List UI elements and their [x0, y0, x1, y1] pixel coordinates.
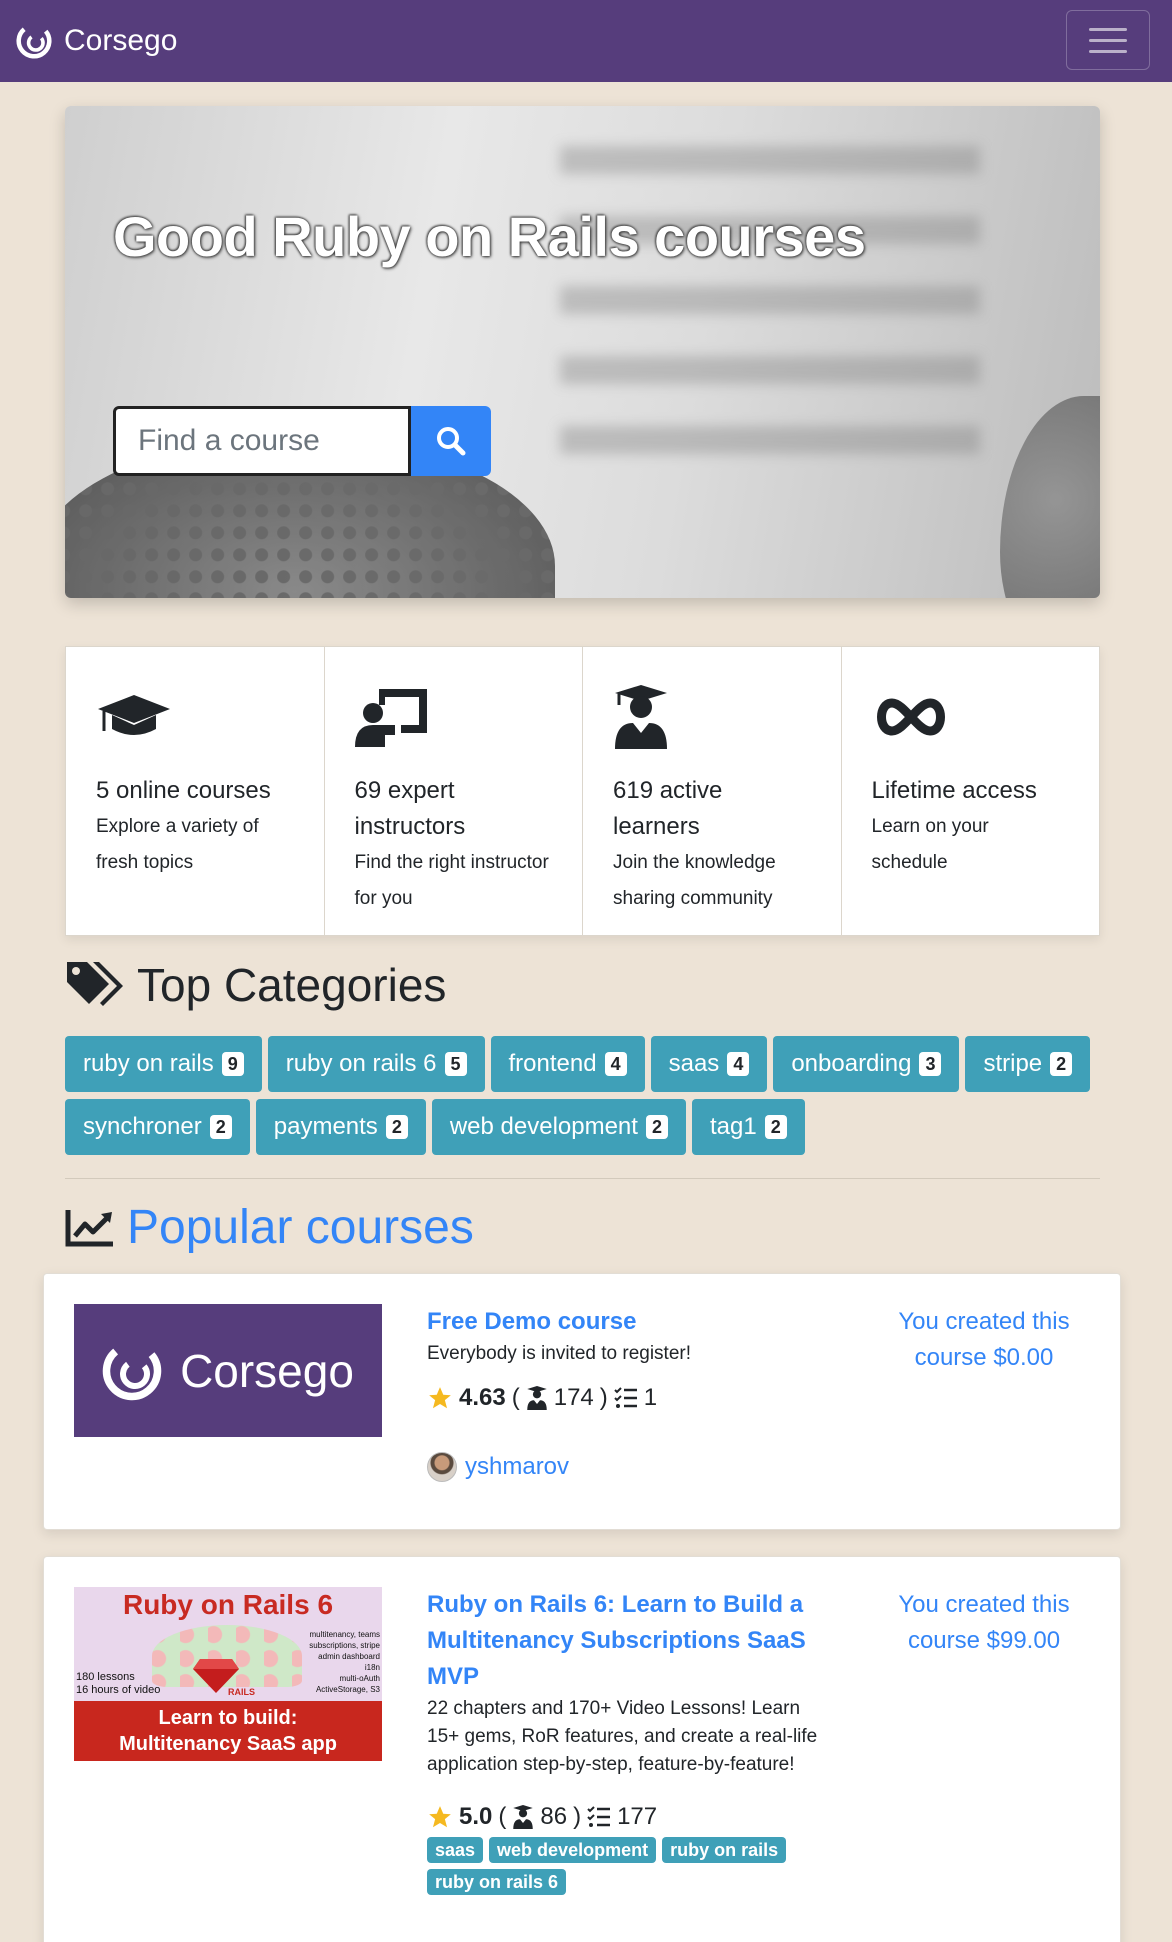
category-tag[interactable]: ruby on rails 9 — [65, 1036, 262, 1092]
course-description: Everybody is invited to register! — [427, 1343, 692, 1364]
students-count: 86 — [540, 1803, 568, 1830]
corsego-logo-icon — [16, 23, 52, 59]
students-count: 174 — [553, 1384, 594, 1411]
star-icon — [429, 1806, 451, 1828]
course-tag[interactable]: ruby on rails 6 — [427, 1869, 567, 1895]
category-tags: ruby on rails 9 ruby on rails 65 frontend… — [65, 1036, 1105, 1155]
category-tag[interactable]: payments 2 — [255, 1099, 426, 1155]
feature-desc: Join the knowledge sharing community — [613, 852, 776, 909]
hero-background-image — [560, 146, 980, 486]
feature-lifetime: Lifetime access Learn on your schedule — [842, 647, 1100, 935]
tasks-icon — [587, 1806, 611, 1827]
popular-heading: Popular courses — [65, 1200, 474, 1255]
tag-count: 2 — [209, 1115, 232, 1139]
hero-title: Good Ruby on Rails courses — [113, 205, 866, 268]
avatar — [427, 1452, 457, 1482]
feature-title: 619 active learners — [613, 777, 723, 840]
course-tag[interactable]: ruby on rails — [662, 1837, 787, 1863]
chalkboard-teacher-icon — [354, 689, 427, 747]
infinity-icon — [876, 698, 945, 736]
tag-count: 3 — [919, 1052, 942, 1076]
course-title-link[interactable]: Free Demo course — [427, 1304, 827, 1340]
brand-name: Corsego — [64, 24, 178, 57]
tag-count: 2 — [385, 1115, 408, 1139]
categories-title: Top Categories — [137, 959, 447, 1011]
course-price-status: You created this course $0.00 — [898, 1308, 1070, 1371]
tag-count: 2 — [764, 1115, 787, 1139]
course-description: 22 chapters and 170+ Video Lessons! Lear… — [427, 1698, 818, 1775]
user-graduate-icon — [615, 685, 667, 749]
course-rating: 4.63 ( 174 ) 1 — [427, 1384, 827, 1412]
course-card: Corsego Free Demo course Everybody is in… — [43, 1273, 1121, 1530]
course-price-status: You created this course $99.00 — [898, 1591, 1070, 1654]
chart-line-icon — [65, 1209, 113, 1246]
lessons-count: 177 — [617, 1803, 658, 1830]
corsego-logo-icon — [102, 1341, 162, 1400]
thumbnail-text: Corsego — [180, 1344, 354, 1397]
thumbnail-title: Ruby on Rails 6 — [122, 1589, 334, 1620]
course-rating: 5.0 ( 86 ) 177 — [427, 1803, 827, 1831]
tag-count: 4 — [727, 1052, 750, 1076]
search-button[interactable] — [411, 406, 491, 476]
hamburger-icon — [1089, 27, 1127, 31]
course-title-link[interactable]: Ruby on Rails 6: Learn to Build a Multit… — [427, 1587, 827, 1695]
search-input[interactable] — [113, 406, 411, 476]
rating-value: 4.63 — [459, 1384, 506, 1411]
course-author-link[interactable]: yshmarov — [427, 1452, 827, 1482]
author-name: yshmarov — [465, 1453, 570, 1480]
feature-desc: Explore a variety of fresh topics — [96, 816, 259, 873]
user-graduate-icon — [526, 1386, 547, 1410]
tag-count: 5 — [444, 1052, 467, 1076]
category-tag[interactable]: stripe 2 — [965, 1036, 1091, 1092]
tag-count: 9 — [221, 1052, 244, 1076]
course-tag[interactable]: web development — [489, 1837, 657, 1863]
course-thumbnail[interactable]: Ruby on Rails 6 RAILS 180 lessons 16 hou… — [74, 1587, 382, 1761]
categories-heading: Top Categories — [65, 958, 446, 1012]
graduation-cap-icon — [98, 695, 170, 735]
feature-desc: Learn on your schedule — [871, 816, 989, 873]
feature-desc: Find the right instructor for you — [354, 852, 549, 909]
star-icon — [429, 1387, 451, 1409]
category-tag[interactable]: ruby on rails 65 — [267, 1036, 485, 1092]
feature-courses: 5 online courses Explore a variety of fr… — [66, 647, 325, 935]
category-tag[interactable]: frontend 4 — [490, 1036, 645, 1092]
course-card: Ruby on Rails 6 RAILS 180 lessons 16 hou… — [43, 1556, 1121, 1942]
thumbnail-banner: Learn to build: Multitenancy SaaS app — [74, 1701, 382, 1761]
course-tags: saas web development ruby on rails ruby … — [427, 1837, 827, 1895]
course-body: Ruby on Rails 6: Learn to Build a Multit… — [427, 1587, 827, 1895]
category-tag[interactable]: synchroner 2 — [65, 1099, 250, 1155]
search-icon — [437, 427, 466, 456]
tag-count: 4 — [604, 1052, 627, 1076]
category-tag[interactable]: tag1 2 — [691, 1099, 805, 1155]
user-graduate-icon — [513, 1805, 534, 1829]
popular-title: Popular courses — [127, 1201, 474, 1254]
lessons-count: 1 — [643, 1384, 658, 1411]
rating-value: 5.0 — [459, 1803, 493, 1830]
navbar-toggle-button[interactable] — [1066, 10, 1150, 70]
features-panel: 5 online courses Explore a variety of fr… — [65, 646, 1100, 936]
thumbnail-rails-label: RAILS — [228, 1687, 255, 1697]
course-thumbnail[interactable]: Corsego — [74, 1304, 382, 1437]
category-tag[interactable]: saas 4 — [650, 1036, 768, 1092]
feature-title: 69 expert instructors — [354, 777, 466, 840]
tags-icon — [67, 962, 123, 1006]
tasks-icon — [614, 1387, 637, 1408]
search-form — [113, 406, 491, 476]
tag-count: 2 — [645, 1115, 668, 1139]
category-tag[interactable]: onboarding 3 — [773, 1036, 960, 1092]
navbar: Corsego — [0, 0, 1172, 82]
course-tag[interactable]: saas — [427, 1837, 484, 1863]
brand-link[interactable]: Corsego — [16, 23, 177, 59]
category-tag[interactable]: web development 2 — [431, 1099, 686, 1155]
feature-title: Lifetime access — [871, 777, 1037, 804]
tag-count: 2 — [1050, 1052, 1073, 1076]
feature-title: 5 online courses — [96, 777, 271, 804]
feature-instructors: 69 expert instructors Find the right ins… — [325, 647, 583, 935]
section-divider — [65, 1178, 1100, 1179]
hero-banner: Good Ruby on Rails courses — [65, 106, 1100, 598]
course-body: Free Demo course Everybody is invited to… — [427, 1304, 827, 1482]
feature-learners: 619 active learners Join the knowledge s… — [583, 647, 842, 935]
